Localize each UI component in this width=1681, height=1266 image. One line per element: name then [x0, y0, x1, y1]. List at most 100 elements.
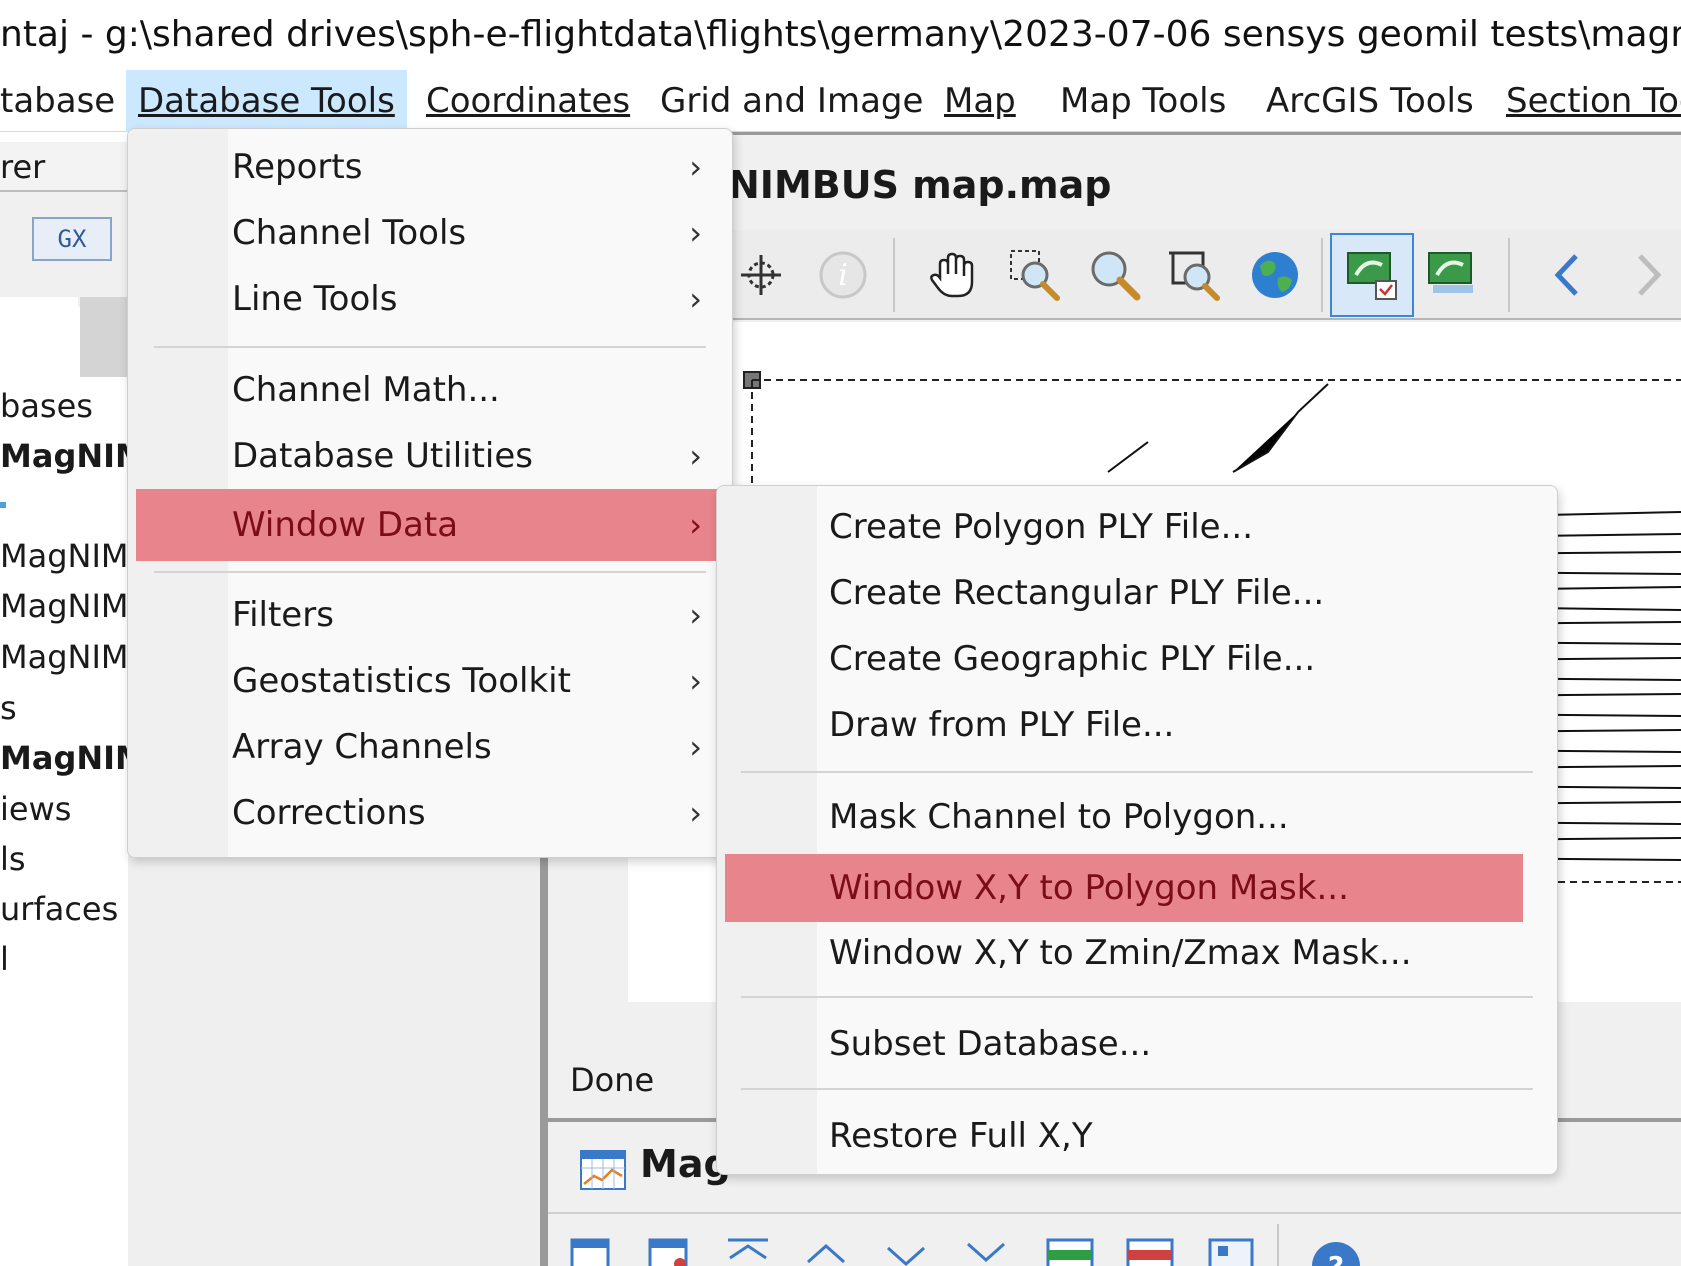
chevron-right-icon: ›: [689, 662, 702, 700]
toolbar-separator: [1508, 238, 1510, 312]
menu-item-label: Window Data: [232, 505, 459, 545]
menu-database[interactable]: tabase: [0, 70, 127, 132]
menu-section-tools[interactable]: Section Too: [1494, 70, 1681, 132]
first-icon: [728, 1238, 768, 1260]
tree-item[interactable]: l: [0, 940, 9, 978]
menu-map[interactable]: Map: [932, 70, 1028, 132]
tab-data[interactable]: [0, 297, 78, 377]
menu-item-line-tools[interactable]: Line Tools ›: [136, 268, 724, 330]
menu-item-create-polygon-ply[interactable]: Create Polygon PLY File...: [725, 496, 1549, 558]
menu-arcgis-tools[interactable]: ArcGIS Tools: [1254, 70, 1486, 132]
menu-item-label: Window X,Y to Polygon Mask...: [829, 868, 1349, 908]
menu-item-window-xy-to-polygon-mask[interactable]: Window X,Y to Polygon Mask...: [725, 854, 1523, 922]
globe-icon[interactable]: [1240, 240, 1310, 310]
menu-item-label: Create Polygon PLY File...: [829, 507, 1254, 547]
menu-item-create-geographic-ply[interactable]: Create Geographic PLY File...: [725, 628, 1549, 690]
menu-item-filters[interactable]: Filters ›: [136, 584, 724, 646]
menu-item-label: Reports: [232, 147, 363, 187]
chevron-right-icon: ›: [689, 214, 702, 252]
menu-item-window-data[interactable]: Window Data ›: [136, 489, 724, 561]
menu-item-label: Database Utilities: [232, 436, 534, 476]
help-icon: ?: [1312, 1242, 1360, 1266]
toolbar-separator: [893, 238, 895, 312]
tab-tools[interactable]: [80, 297, 128, 377]
tree-item[interactable]: urfaces: [0, 890, 118, 928]
down-icon: [887, 1246, 925, 1266]
menu-item-subset-database[interactable]: Subset Database...: [725, 1013, 1549, 1075]
window-data-submenu: Create Polygon PLY File... Create Rectan…: [716, 485, 1558, 1175]
menu-item-mask-channel-to-polygon[interactable]: Mask Channel to Polygon...: [725, 786, 1549, 848]
menu-bar: tabase Database Tools Coordinates Grid a…: [0, 70, 1681, 132]
map-layer-selected-icon[interactable]: [1330, 233, 1414, 317]
grid-add-icon: [570, 1238, 610, 1266]
menu-item-label: Line Tools: [232, 279, 398, 319]
crosshair-icon[interactable]: [726, 240, 796, 310]
menu-item-create-rectangular-ply[interactable]: Create Rectangular PLY File...: [725, 562, 1549, 624]
channel-remove-icon: [1126, 1238, 1174, 1266]
gx-button[interactable]: GX: [32, 217, 112, 261]
window-title: ntaj - g:\shared drives\sph-e-flightdata…: [0, 0, 1681, 70]
chevron-right-icon: ›: [689, 437, 702, 475]
chevron-right-icon: ›: [689, 280, 702, 318]
menu-item-label: Filters: [232, 595, 334, 635]
grid-edit-icon: [648, 1238, 688, 1266]
project-explorer: rer GX bases MagNIM MagNIME MagNIME MagN…: [0, 132, 149, 1266]
tree-item[interactable]: MagNIM: [0, 437, 147, 475]
tree-item[interactable]: ls: [0, 840, 26, 878]
toolbar-separator: [1321, 238, 1323, 312]
menu-item-reports[interactable]: Reports ›: [136, 136, 724, 198]
menu-coordinates[interactable]: Coordinates: [414, 70, 642, 132]
menu-item-array-channels[interactable]: Array Channels ›: [136, 716, 724, 778]
chevron-right-icon: ›: [689, 728, 702, 766]
menu-item-window-xy-to-zmin-zmax-mask[interactable]: Window X,Y to Zmin/Zmax Mask...: [725, 922, 1549, 984]
menu-map-tools[interactable]: Map Tools: [1048, 70, 1238, 132]
menu-item-label: Create Rectangular PLY File...: [829, 573, 1325, 613]
tree-item[interactable]: s: [0, 689, 17, 727]
menu-item-label: Create Geographic PLY File...: [829, 639, 1316, 679]
tree-marker: [0, 502, 6, 508]
menu-grid-and-image[interactable]: Grid and Image: [648, 70, 935, 132]
grid-settings-icon: [1208, 1238, 1254, 1266]
info-icon[interactable]: i: [808, 240, 878, 310]
menu-item-restore-full-xy[interactable]: Restore Full X,Y: [725, 1105, 1549, 1167]
chevron-right-icon: ›: [689, 148, 702, 186]
forward-arrow-icon[interactable]: [1613, 240, 1681, 310]
menu-item-label: Channel Math...: [232, 370, 500, 410]
menu-separator: [741, 1088, 1533, 1090]
zoom-icon[interactable]: [1080, 240, 1150, 310]
database-tools-menu: Reports › Channel Tools › Line Tools › C…: [127, 128, 733, 858]
menu-item-geostatistics-toolkit[interactable]: Geostatistics Toolkit ›: [136, 650, 724, 712]
app-window: { "window": { "title": "ntaj - g:\\share…: [0, 0, 1681, 1266]
explorer-tabs: [0, 297, 128, 377]
menu-separator: [154, 346, 706, 348]
chevron-right-icon: ›: [689, 506, 702, 544]
menu-item-channel-tools[interactable]: Channel Tools ›: [136, 202, 724, 264]
menu-item-draw-from-ply[interactable]: Draw from PLY File...: [725, 694, 1549, 756]
explorer-header: rer: [0, 142, 128, 192]
menu-map-label: Map: [944, 81, 1016, 121]
tree-item[interactable]: bases: [0, 387, 93, 425]
menu-database-tools[interactable]: Database Tools: [126, 70, 407, 132]
menu-item-label: Subset Database...: [829, 1024, 1152, 1064]
menu-item-label: Draw from PLY File...: [829, 705, 1175, 745]
menu-item-label: Window X,Y to Zmin/Zmax Mask...: [829, 933, 1412, 973]
tree-item[interactable]: MagNIM: [0, 739, 147, 777]
menu-item-database-utilities[interactable]: Database Utilities ›: [136, 425, 724, 487]
chevron-right-icon: ›: [689, 794, 702, 832]
zoom-extent-icon[interactable]: [1160, 240, 1230, 310]
svg-text:?: ?: [1328, 1250, 1344, 1266]
map-layer-icon[interactable]: [1418, 240, 1488, 310]
tree-item[interactable]: iews: [0, 790, 71, 828]
menu-item-channel-math[interactable]: Channel Math...: [136, 359, 724, 421]
back-arrow-icon[interactable]: [1533, 240, 1603, 310]
menu-item-label: Restore Full X,Y: [829, 1116, 1093, 1156]
svg-text:i: i: [838, 258, 848, 293]
zoom-window-icon[interactable]: [1000, 240, 1070, 310]
pan-hand-icon[interactable]: [918, 240, 988, 310]
database-window-title: Mag: [580, 1134, 731, 1194]
menu-item-label: Corrections: [232, 793, 426, 833]
menu-separator: [741, 771, 1533, 773]
menu-item-corrections[interactable]: Corrections ›: [136, 782, 724, 844]
last-icon: [967, 1242, 1005, 1263]
menu-item-label: Array Channels: [232, 727, 492, 767]
